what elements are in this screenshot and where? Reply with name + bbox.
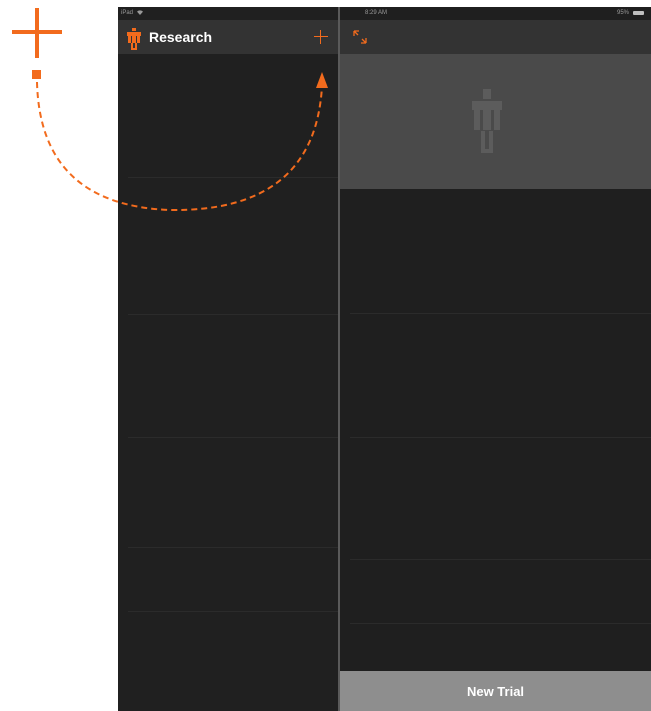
status-time: 8:29 AM — [365, 10, 388, 16]
list-separator — [350, 623, 651, 624]
list-separator — [128, 611, 338, 612]
detail-header-image — [340, 54, 651, 189]
detail-navbar — [340, 20, 651, 54]
list-separator — [128, 547, 338, 548]
new-trial-label: New Trial — [466, 683, 525, 699]
expand-icon[interactable] — [352, 29, 368, 45]
list-separator — [350, 313, 651, 314]
plus-icon — [314, 36, 328, 37]
list-separator — [128, 314, 338, 315]
callout-plus-icon — [12, 8, 62, 58]
robot-logo-icon — [472, 89, 502, 153]
battery-icon — [633, 11, 644, 15]
robot-logo-icon — [127, 28, 141, 50]
new-trial-button[interactable]: New Trial — [340, 671, 651, 711]
page-title: Research — [149, 29, 213, 45]
wifi-icon — [137, 10, 143, 15]
list-separator — [128, 177, 338, 178]
detail-pane: 8:29 AM 95% New Trial — [340, 7, 651, 711]
status-carrier: iPad — [121, 10, 134, 16]
list-separator — [350, 437, 651, 438]
list-separator — [128, 437, 338, 438]
list-separator — [350, 559, 651, 560]
add-button[interactable] — [314, 30, 328, 44]
master-pane: iPad Research — [118, 7, 338, 711]
status-battery: 95% — [616, 10, 629, 16]
ipad-screen: iPad Research 8:29 AM 95% New Trial — [118, 7, 651, 711]
arrow-start-marker — [32, 70, 41, 79]
